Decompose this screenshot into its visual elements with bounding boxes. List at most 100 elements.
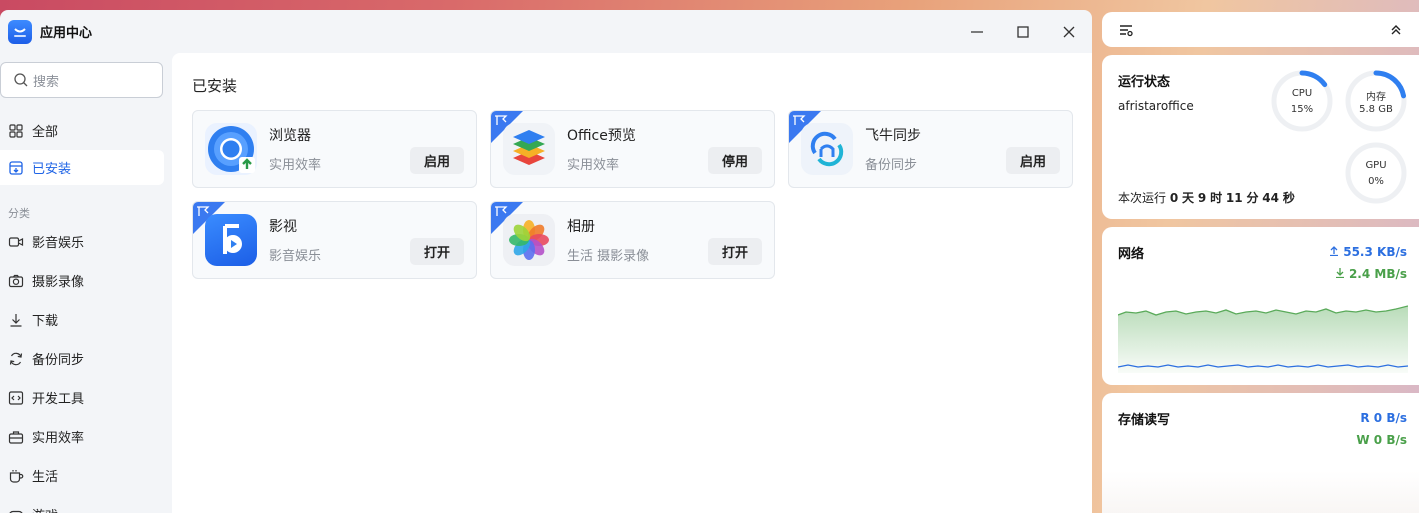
- write-rate-value: 0 B/s: [1373, 433, 1407, 447]
- minimize-button[interactable]: [954, 10, 1000, 53]
- nav-item-all[interactable]: 全部: [0, 113, 164, 148]
- uptime-seconds: 44: [1262, 191, 1279, 205]
- app-card-office-preview[interactable]: Office预览 实用效率 停用: [490, 110, 775, 188]
- minimize-icon: [971, 30, 983, 33]
- photos-icon: [503, 214, 555, 266]
- office-icon: [503, 123, 555, 175]
- app-card-fn-sync[interactable]: 飞牛同步 备份同步 启用: [788, 110, 1073, 188]
- write-rate: W 0 B/s: [1356, 433, 1407, 447]
- enable-button[interactable]: 启用: [1006, 147, 1060, 174]
- category-label: 备份同步: [32, 353, 85, 368]
- upload-rate: 55.3 KB/s: [1329, 245, 1407, 259]
- search-icon: [14, 73, 28, 87]
- category-list: 影音娱乐 摄影录像 下载 备份同步 开发工具 实用效率 生活: [0, 223, 172, 513]
- category-label: 开发工具: [32, 392, 85, 407]
- app-name: 影视: [269, 219, 297, 235]
- app-name: Office预览: [567, 128, 636, 144]
- open-button[interactable]: 打开: [708, 238, 762, 265]
- category-label: 实用效率: [32, 431, 85, 446]
- category-item-video[interactable]: 影音娱乐: [0, 223, 164, 260]
- collapse-widgets-icon[interactable]: [1389, 23, 1403, 37]
- category-item-dev[interactable]: 开发工具: [0, 379, 164, 416]
- camera-icon: [8, 274, 24, 287]
- maximize-icon: [1017, 25, 1029, 38]
- installed-icon: [9, 160, 23, 175]
- category-label: 游戏: [32, 505, 58, 513]
- app-name: 浏览器: [269, 128, 311, 144]
- app-card-video[interactable]: 影视 影音娱乐 打开: [192, 201, 477, 279]
- open-button[interactable]: 打开: [410, 238, 464, 265]
- read-label: R: [1360, 411, 1370, 425]
- maximize-button[interactable]: [1000, 10, 1046, 53]
- memory-gauge: 内存 5.8 GB: [1344, 69, 1408, 133]
- system-status-widget: 运行状态 afristaroffice CPU 15% 内存 5.8 GB GP…: [1102, 55, 1419, 219]
- category-item-games[interactable]: 游戏: [0, 496, 164, 513]
- installed-app-grid: 浏览器 实用效率 启用 Office预览 实用效率 停用 飞牛同步 备份同步 启…: [192, 110, 1073, 279]
- download-traffic-area: [1118, 306, 1408, 373]
- app-center-window: 应用中心 搜索 全部 已安装 分类 影音娱乐 摄影录像 下载 备份同步 开发工具…: [0, 10, 1092, 513]
- uptime-minutes: 11: [1225, 191, 1243, 205]
- gpu-gauge: GPU 0%: [1344, 141, 1408, 205]
- page-title: 已安装: [192, 77, 238, 95]
- category-item-productivity[interactable]: 实用效率: [0, 418, 164, 455]
- app-category: 实用效率: [567, 158, 620, 173]
- category-item-photo[interactable]: 摄影录像: [0, 262, 164, 299]
- app-category: 生活 摄影录像: [567, 249, 650, 264]
- uptime-days: 0: [1169, 191, 1179, 205]
- category-label: 摄影录像: [32, 275, 85, 290]
- close-button[interactable]: [1046, 10, 1092, 53]
- uptime-days-unit: 天: [1182, 191, 1195, 205]
- video-app-icon: [205, 214, 257, 266]
- disable-button[interactable]: 停用: [708, 147, 762, 174]
- download-icon: [10, 313, 22, 327]
- network-traffic-chart: [1118, 305, 1408, 373]
- app-category: 实用效率: [269, 158, 322, 173]
- widget-toolbar: [1102, 12, 1419, 47]
- category-item-download[interactable]: 下载: [0, 301, 164, 338]
- gpu-value: 0%: [1368, 176, 1384, 187]
- category-label: 影音娱乐: [32, 236, 85, 251]
- code-icon: [8, 390, 24, 405]
- nav-item-label: 已安装: [32, 162, 72, 177]
- category-label: 下载: [32, 314, 59, 329]
- app-card-photos[interactable]: 相册 生活 摄影录像 打开: [490, 201, 775, 279]
- enable-button[interactable]: 启用: [410, 147, 464, 174]
- read-rate: R 0 B/s: [1360, 411, 1407, 425]
- app-title: 应用中心: [40, 26, 93, 41]
- sidebar: 搜索 全部 已安装 分类 影音娱乐 摄影录像 下载 备份同步 开发工具 实用效率…: [0, 53, 172, 513]
- ribbon-flag-icon: [495, 115, 508, 125]
- network-widget: 网络 55.3 KB/s 2.4 MB/s: [1102, 227, 1419, 385]
- cpu-value: 15%: [1290, 104, 1314, 115]
- category-label: 生活: [32, 470, 59, 485]
- ribbon-flag-icon: [495, 206, 508, 216]
- search-input[interactable]: 搜索: [0, 62, 163, 98]
- search-placeholder: 搜索: [33, 74, 60, 90]
- category-item-backup[interactable]: 备份同步: [0, 340, 164, 377]
- ribbon-flag-icon: [793, 115, 806, 125]
- uptime-seconds-unit: 秒: [1282, 191, 1295, 205]
- uptime-hours: 9: [1197, 191, 1207, 205]
- main-nav: 全部 已安装: [0, 113, 172, 185]
- gpu-label: GPU: [1365, 160, 1387, 171]
- ribbon-flag-icon: [197, 206, 210, 216]
- sync-icon: [9, 352, 23, 365]
- category-item-life[interactable]: 生活: [0, 457, 164, 494]
- nav-item-installed[interactable]: 已安装: [0, 150, 164, 185]
- app-category: 影音娱乐: [269, 249, 322, 264]
- video-icon: [8, 236, 24, 247]
- uptime: 本次运行 0 天 9 时 11 分 44 秒: [1118, 189, 1295, 206]
- cpu-label: CPU: [1291, 88, 1313, 99]
- app-name: 相册: [567, 219, 595, 235]
- fn-sync-icon: [801, 123, 853, 175]
- toolbox-icon: [8, 430, 24, 444]
- uptime-hours-unit: 时: [1210, 191, 1223, 205]
- download-rate: 2.4 MB/s: [1335, 267, 1407, 281]
- browser-icon: [205, 123, 257, 175]
- uptime-prefix: 本次运行: [1118, 191, 1167, 205]
- widget-settings-icon[interactable]: [1118, 22, 1134, 38]
- download-rate-value: 2.4 MB/s: [1348, 267, 1407, 281]
- cup-icon: [9, 469, 24, 483]
- uptime-minutes-unit: 分: [1246, 191, 1259, 205]
- upload-rate-value: 55.3 KB/s: [1343, 245, 1407, 259]
- app-card-browser[interactable]: 浏览器 实用效率 启用: [192, 110, 477, 188]
